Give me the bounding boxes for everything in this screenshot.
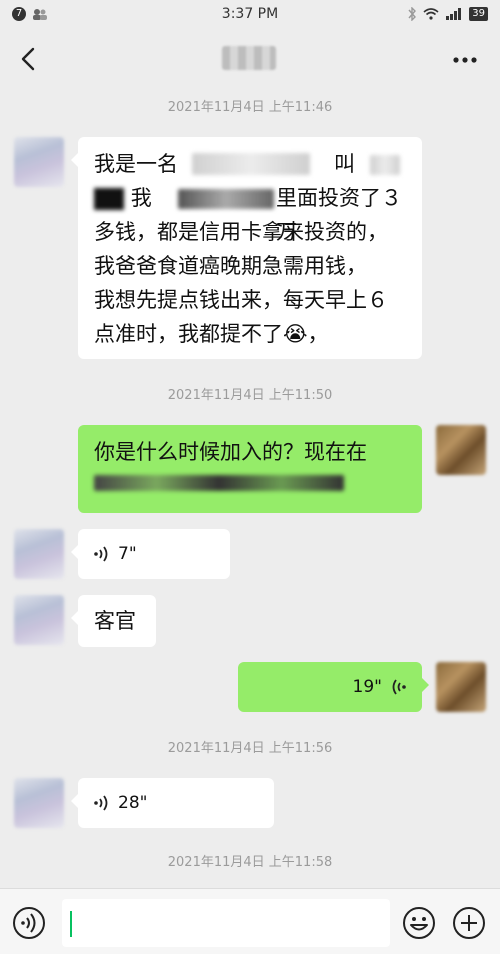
contact-avatar[interactable]: [14, 137, 64, 187]
redaction-mask: [192, 153, 310, 175]
chat-title-redacted: [222, 46, 276, 70]
voice-duration: 19": [352, 677, 382, 697]
voice-wave-icon: [94, 546, 108, 562]
message-timestamp: 2021年11月4日 上午11:46: [167, 100, 333, 115]
message-text: 叫: [334, 152, 355, 176]
message-line: 点准时，我都提不了😭，: [94, 317, 406, 351]
crying-emoji: 😭: [283, 322, 308, 346]
contact-avatar[interactable]: [14, 595, 64, 645]
chat-header: [0, 30, 500, 88]
redaction-mask: [178, 189, 274, 209]
battery-indicator: 39: [469, 7, 488, 21]
chat-input-bar: [0, 888, 500, 954]
message-text: ，: [307, 322, 329, 346]
voice-message-incoming[interactable]: 28": [71, 778, 274, 828]
my-avatar[interactable]: [436, 662, 486, 712]
redaction-mask: [94, 475, 344, 491]
voice-wave-icon: [94, 795, 108, 811]
chevron-left-icon[interactable]: [18, 46, 42, 72]
message-bubble-incoming[interactable]: 客官: [71, 595, 156, 647]
message-line: 我是一名 叫: [94, 147, 406, 181]
status-right: 39: [407, 7, 488, 21]
text-caret: [70, 911, 72, 937]
plus-circle-icon[interactable]: [452, 906, 486, 940]
message-timestamp: 2021年11月4日 上午11:56: [167, 741, 333, 756]
message-line: 我 里面投资了３万: [94, 181, 406, 244]
voice-toggle-icon[interactable]: [12, 906, 46, 940]
message-timestamp: 2021年11月4日 上午11:58: [167, 855, 333, 870]
message-input[interactable]: [62, 899, 390, 947]
message-text: 我是一名: [94, 152, 178, 176]
message-bubble-incoming[interactable]: 我是一名 叫 我 里面投资了３万 多钱，都是信用卡拿来投资的， 我爸爸食道癌晚期…: [71, 137, 422, 359]
redaction-mask: [94, 188, 124, 210]
voice-message-incoming[interactable]: 7": [71, 529, 230, 579]
voice-duration: 28": [118, 793, 148, 813]
message-text: 我: [130, 186, 152, 210]
message-text: 你是什么时候加入的？现在在: [94, 440, 367, 464]
message-text: 点准时，我都提不了: [94, 322, 283, 346]
voice-message-outgoing[interactable]: 19": [238, 662, 429, 712]
message-text: 里面投资了３万: [276, 186, 402, 244]
message-bubble-outgoing[interactable]: 你是什么时候加入的？现在在: [78, 425, 422, 513]
voice-duration: 7": [118, 544, 137, 564]
emoji-icon[interactable]: [402, 906, 436, 940]
bluetooth-icon: [408, 7, 417, 21]
signal-icon: [446, 8, 462, 20]
voice-wave-icon: [392, 679, 406, 695]
message-timestamp: 2021年11月4日 上午11:50: [167, 388, 333, 403]
redaction-mask: [370, 155, 400, 175]
wifi-icon: [423, 8, 439, 20]
message-text: 我想先提点钱出来，每天早上６: [94, 288, 388, 312]
contact-avatar[interactable]: [14, 529, 64, 579]
message-text: 我爸爸食道癌晚期急需用钱，: [94, 254, 367, 278]
my-avatar[interactable]: [436, 425, 486, 475]
message-text: 客官: [94, 609, 136, 633]
contact-avatar[interactable]: [14, 778, 64, 828]
more-dots-icon[interactable]: [452, 56, 478, 64]
status-bar: 7 3:37 PM 39: [0, 0, 500, 30]
